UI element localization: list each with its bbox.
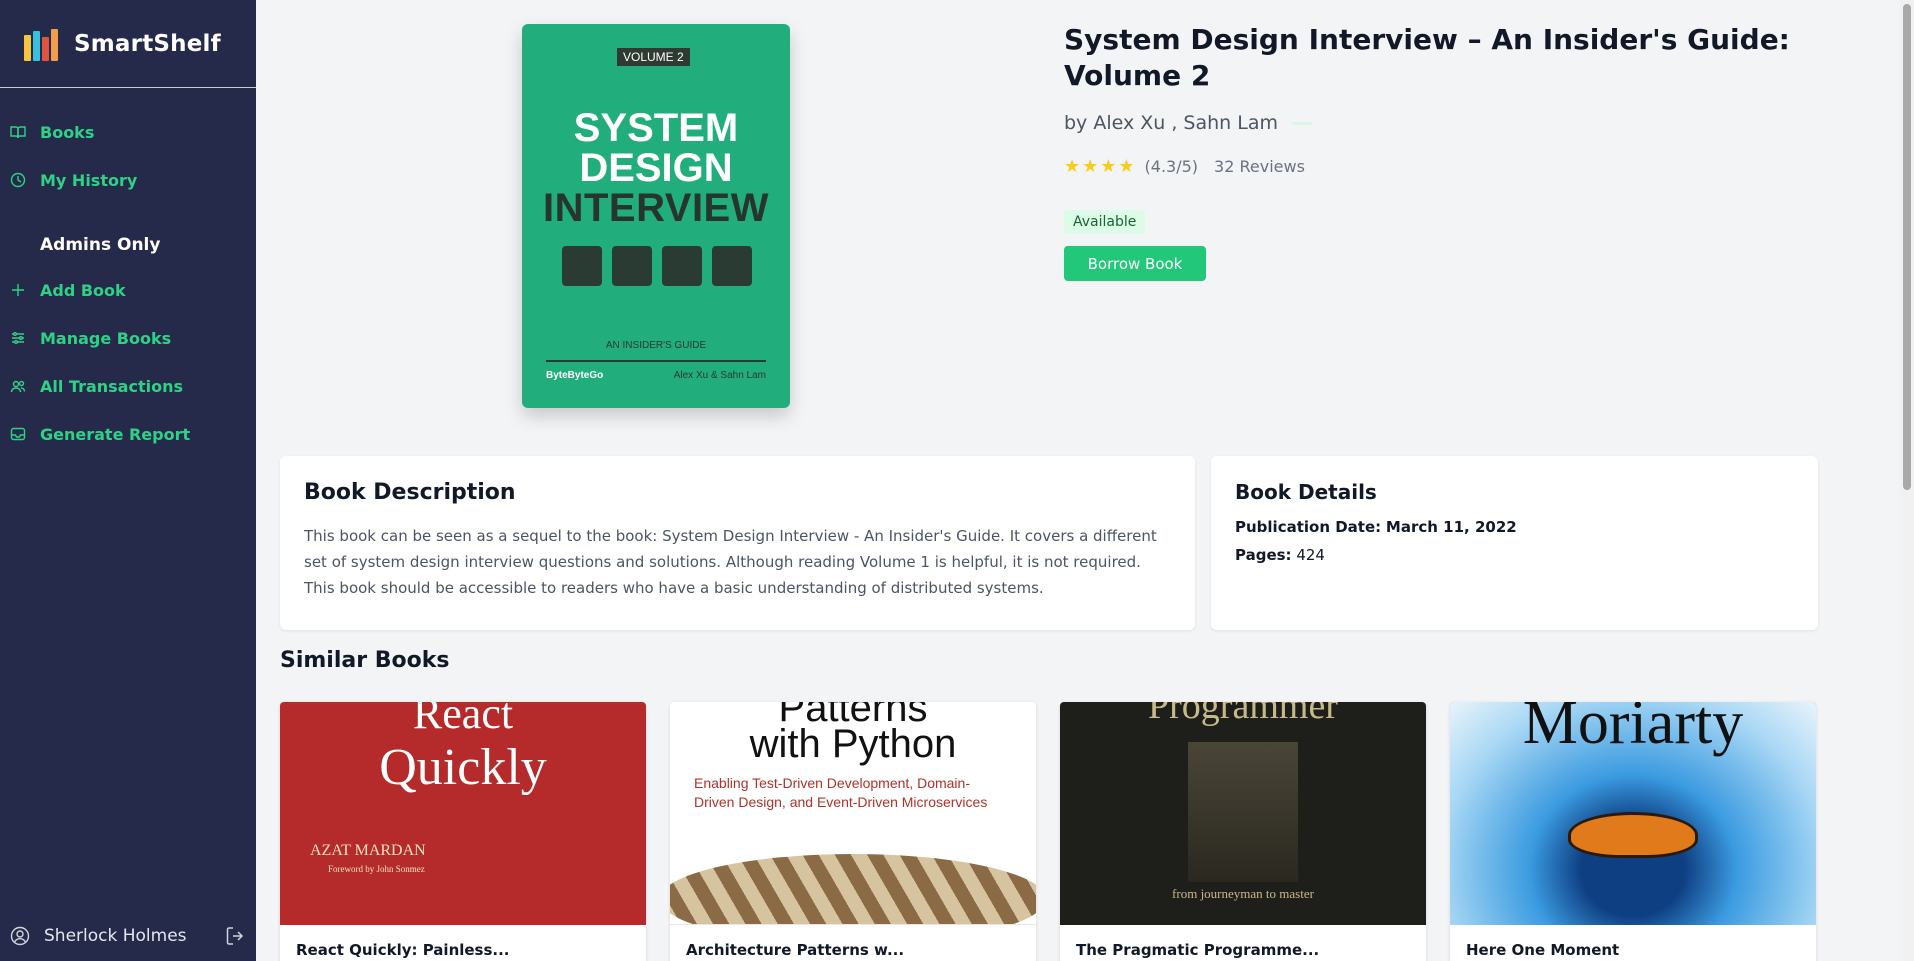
publication-date-value: March 11, 2022 [1385, 518, 1517, 536]
cover-text: from journeyman to master [1172, 886, 1314, 901]
details-card: Book Details Publication Date: March 11,… [1211, 456, 1818, 630]
butterfly-illustration [1568, 812, 1698, 858]
nav-item-books[interactable]: Books [0, 108, 256, 156]
similar-book-card[interactable]: React Quickly AZAT MARDAN Foreword by Jo… [280, 702, 646, 961]
book-title: System Design Interview – An Insider's G… [1064, 23, 1790, 92]
similar-book-title: Architecture Patterns w... [686, 941, 905, 959]
nav-label-add-book: Add Book [40, 280, 126, 300]
cover-text: Quickly [379, 739, 547, 796]
details-heading: Book Details [1235, 480, 1377, 504]
similar-book-cover: Programmer from journeyman to master [1060, 702, 1426, 925]
nav-label-books: Books [40, 122, 95, 142]
publication-date-row: Publication Date: March 11, 2022 [1235, 518, 1794, 536]
nav-item-my-history[interactable]: My History [0, 156, 256, 204]
review-count[interactable]: 32 Reviews [1214, 157, 1305, 176]
brand[interactable]: SmartShelf [0, 0, 256, 88]
admins-only-heading: Admins Only [40, 235, 161, 255]
similar-book-cover: Moriarty [1450, 702, 1816, 925]
similar-book-card[interactable]: Moriarty Here One Moment [1450, 702, 1816, 961]
book-rating: ★★★★ (4.3/5) 32 Reviews [1064, 156, 1305, 177]
cover-icon-2 [612, 246, 652, 286]
similar-book-title: The Pragmatic Programme... [1076, 941, 1320, 959]
similar-book-card[interactable]: Patterns with Python Enabling Test-Drive… [670, 702, 1036, 961]
main-content: VOLUME 2 SYSTEM DESIGN INTERVIEW AN INSI… [256, 0, 1900, 961]
clock-icon [10, 172, 26, 188]
similar-book-title: React Quickly: Painless... [296, 941, 510, 959]
similar-book-card[interactable]: Programmer from journeyman to master The… [1060, 702, 1426, 961]
nav-item-generate-report[interactable]: Generate Report [0, 410, 256, 458]
borrow-book-button[interactable]: Borrow Book [1064, 246, 1206, 281]
pages-label: Pages: [1235, 546, 1292, 564]
pages-value: 424 [1296, 546, 1325, 564]
nav-label-generate-report: Generate Report [40, 424, 191, 444]
cover-authors: Alex Xu & Sahn Lam [673, 370, 766, 381]
cover-text: Moriarty [1522, 702, 1744, 757]
nav-item-manage-books[interactable]: Manage Books [0, 314, 256, 362]
rating-score: (4.3/5) [1144, 157, 1199, 176]
pages-row: Pages: 424 [1235, 546, 1794, 564]
cover-guide-text: AN INSIDER'S GUIDE [605, 340, 707, 351]
description-heading: Book Description [304, 480, 516, 505]
authors-divider [1292, 121, 1313, 125]
status-badge: Available [1064, 210, 1146, 234]
snake-illustration [670, 854, 1036, 924]
nav-label-manage-books: Manage Books [40, 328, 172, 348]
cover-text: Enabling Test-Driven Development, Domain… [694, 775, 988, 810]
cover-text: AZAT MARDAN [310, 842, 426, 859]
cover-text: with Python [749, 722, 957, 766]
logout-icon[interactable] [224, 925, 246, 947]
similar-book-title: Here One Moment [1466, 941, 1620, 959]
cover-icon-3 [662, 246, 702, 286]
user-name: Sherlock Holmes [44, 926, 187, 946]
users-icon [10, 378, 26, 394]
book-authors: by Alex Xu , Sahn Lam [1064, 112, 1313, 134]
plane-illustration [1188, 742, 1298, 882]
cover-icon-4 [712, 246, 752, 286]
scrollbar[interactable] [1900, 0, 1914, 961]
cover-icon-1 [562, 246, 602, 286]
cover-publisher: ByteByteGo [546, 370, 604, 381]
user-avatar-icon [10, 926, 30, 946]
books-logo-icon [24, 27, 62, 61]
inbox-icon [10, 426, 26, 442]
similar-book-cover: Patterns with Python Enabling Test-Drive… [670, 702, 1036, 925]
scrollbar-thumb[interactable] [1903, 4, 1911, 490]
nav-item-all-transactions[interactable]: All Transactions [0, 362, 256, 410]
similar-book-cover: React Quickly AZAT MARDAN Foreword by Jo… [280, 702, 646, 925]
app-name: SmartShelf [74, 30, 221, 57]
cover-title-line1: SYSTEM [573, 106, 739, 150]
description-card: Book Description This book can be seen a… [280, 456, 1195, 630]
book-cover: VOLUME 2 SYSTEM DESIGN INTERVIEW AN INSI… [522, 24, 790, 408]
sliders-icon [10, 330, 26, 346]
cover-divider [546, 360, 766, 362]
description-text: This book can be seen as a sequel to the… [304, 527, 1157, 597]
cover-text: Programmer [1148, 702, 1338, 727]
sidebar: SmartShelf Books My History Admins Only … [0, 0, 256, 961]
nav-item-add-book[interactable]: Add Book [0, 266, 256, 314]
publication-date-label: Publication Date: [1235, 518, 1382, 536]
cover-text: React [412, 702, 514, 738]
plus-icon [10, 282, 26, 298]
cover-title-line2: DESIGN [579, 146, 733, 190]
book-authors-text: by Alex Xu , Sahn Lam [1064, 112, 1279, 134]
cover-text: Foreword by John Sonmez [328, 864, 425, 874]
star-rating-icon: ★★★★ [1064, 156, 1137, 177]
main-nav: Books My History Admins Only Add Book Ma… [0, 88, 256, 458]
nav-label-my-history: My History [40, 170, 138, 190]
cover-volume: VOLUME 2 [617, 48, 690, 66]
cover-illustrations [562, 246, 752, 286]
similar-books-list: React Quickly AZAT MARDAN Foreword by Jo… [280, 702, 1816, 961]
book-open-icon [10, 124, 26, 140]
nav-label-all-transactions: All Transactions [40, 376, 183, 396]
user-bar: Sherlock Holmes [0, 911, 256, 961]
cover-title-line3: INTERVIEW [542, 186, 769, 230]
similar-books-heading: Similar Books [280, 648, 450, 673]
